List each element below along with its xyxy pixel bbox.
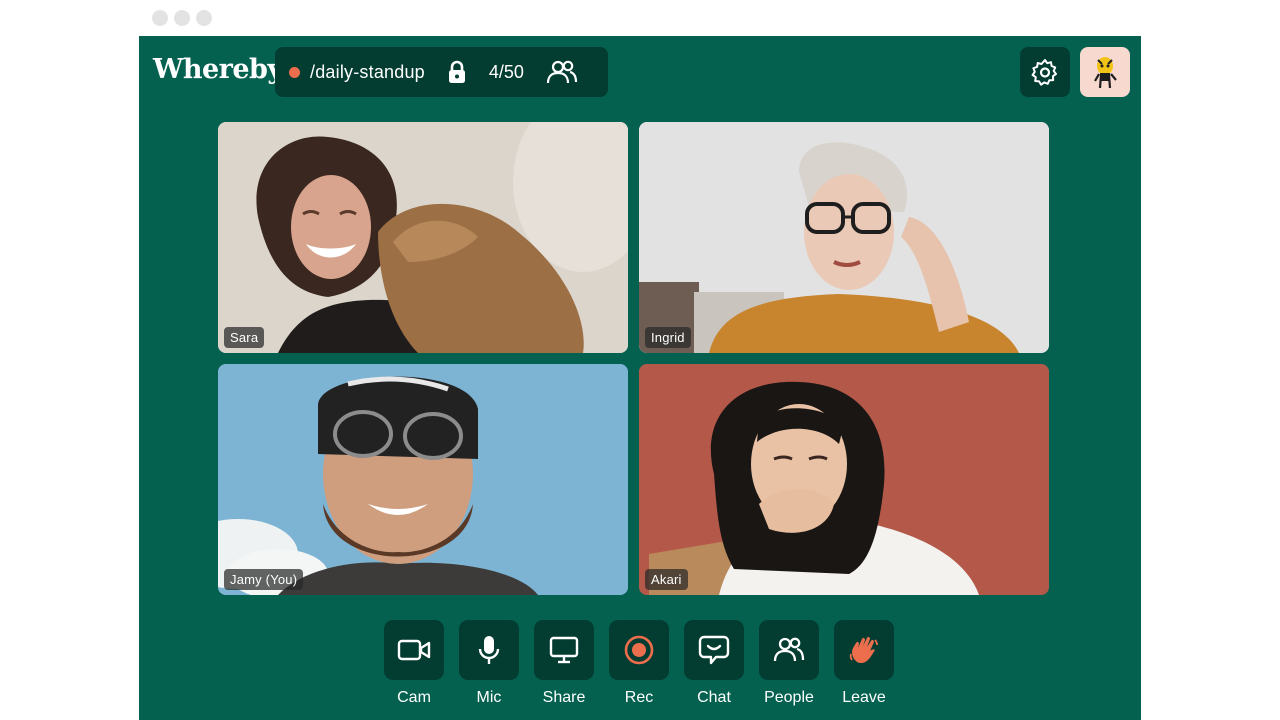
share-control: Share bbox=[534, 620, 594, 707]
mic-button[interactable] bbox=[459, 620, 519, 680]
video-grid: Sara Ingrid Jamy (You) Akari bbox=[218, 122, 1049, 596]
cam-label: Cam bbox=[397, 689, 431, 706]
share-button[interactable] bbox=[534, 620, 594, 680]
window-dot bbox=[196, 10, 212, 26]
chat-button[interactable] bbox=[684, 620, 744, 680]
rec-label: Rec bbox=[624, 689, 654, 706]
room-name[interactable]: /daily-standup bbox=[310, 62, 425, 83]
room-info-bar: /daily-standup 4/50 bbox=[275, 47, 608, 97]
participant-name-tag: Sara bbox=[224, 327, 265, 348]
microphone-icon bbox=[478, 636, 500, 664]
mic-control: Mic bbox=[459, 620, 519, 707]
mic-label: Mic bbox=[476, 689, 502, 706]
record-icon bbox=[624, 635, 654, 665]
browser-window-controls bbox=[152, 10, 212, 26]
video-tile-akari[interactable]: Akari bbox=[639, 364, 1049, 595]
people-icon bbox=[773, 637, 805, 662]
avatar[interactable] bbox=[1080, 47, 1130, 97]
share-label: Share bbox=[542, 689, 586, 706]
people-control: People bbox=[759, 620, 819, 707]
video-tile-jamy[interactable]: Jamy (You) bbox=[218, 364, 628, 595]
participant-name-tag: Ingrid bbox=[645, 327, 691, 348]
cam-button[interactable] bbox=[384, 620, 444, 680]
leave-button[interactable] bbox=[834, 620, 894, 680]
video-feed bbox=[218, 122, 628, 353]
participant-name-tag: Akari bbox=[645, 569, 688, 590]
lock-icon[interactable] bbox=[447, 60, 467, 84]
wave-hand-icon bbox=[849, 636, 878, 664]
video-feed bbox=[218, 364, 628, 595]
chat-icon bbox=[698, 635, 730, 665]
app-window: Whereby /daily-standup 4/50 Sara Ingrid … bbox=[139, 36, 1141, 720]
rec-control: Rec bbox=[609, 620, 669, 707]
leave-control: Leave bbox=[834, 620, 894, 707]
chat-control: Chat bbox=[684, 620, 744, 707]
cam-control: Cam bbox=[384, 620, 444, 707]
participant-count: 4/50 bbox=[488, 61, 524, 82]
gear-icon bbox=[1031, 59, 1057, 86]
people-label: People bbox=[764, 689, 814, 706]
participant-name-tag: Jamy (You) bbox=[224, 569, 304, 590]
video-tile-sara[interactable]: Sara bbox=[218, 122, 628, 353]
video-tile-ingrid[interactable]: Ingrid bbox=[639, 122, 1049, 353]
window-dot bbox=[152, 10, 168, 26]
screen-share-icon bbox=[549, 636, 579, 664]
chat-label: Chat bbox=[697, 689, 731, 706]
people-button[interactable] bbox=[759, 620, 819, 680]
video-feed bbox=[639, 364, 1049, 595]
video-feed bbox=[639, 122, 1049, 353]
settings-button[interactable] bbox=[1020, 47, 1070, 97]
leave-label: Leave bbox=[842, 689, 886, 706]
recording-dot bbox=[289, 66, 300, 78]
camera-icon bbox=[397, 639, 431, 661]
whereby-logo: Whereby bbox=[153, 54, 283, 85]
meeting-toolbar: Cam Mic Share Rec Chat People Leave bbox=[384, 620, 894, 707]
window-dot bbox=[174, 10, 190, 26]
people-icon[interactable] bbox=[546, 59, 578, 85]
rec-button[interactable] bbox=[609, 620, 669, 680]
